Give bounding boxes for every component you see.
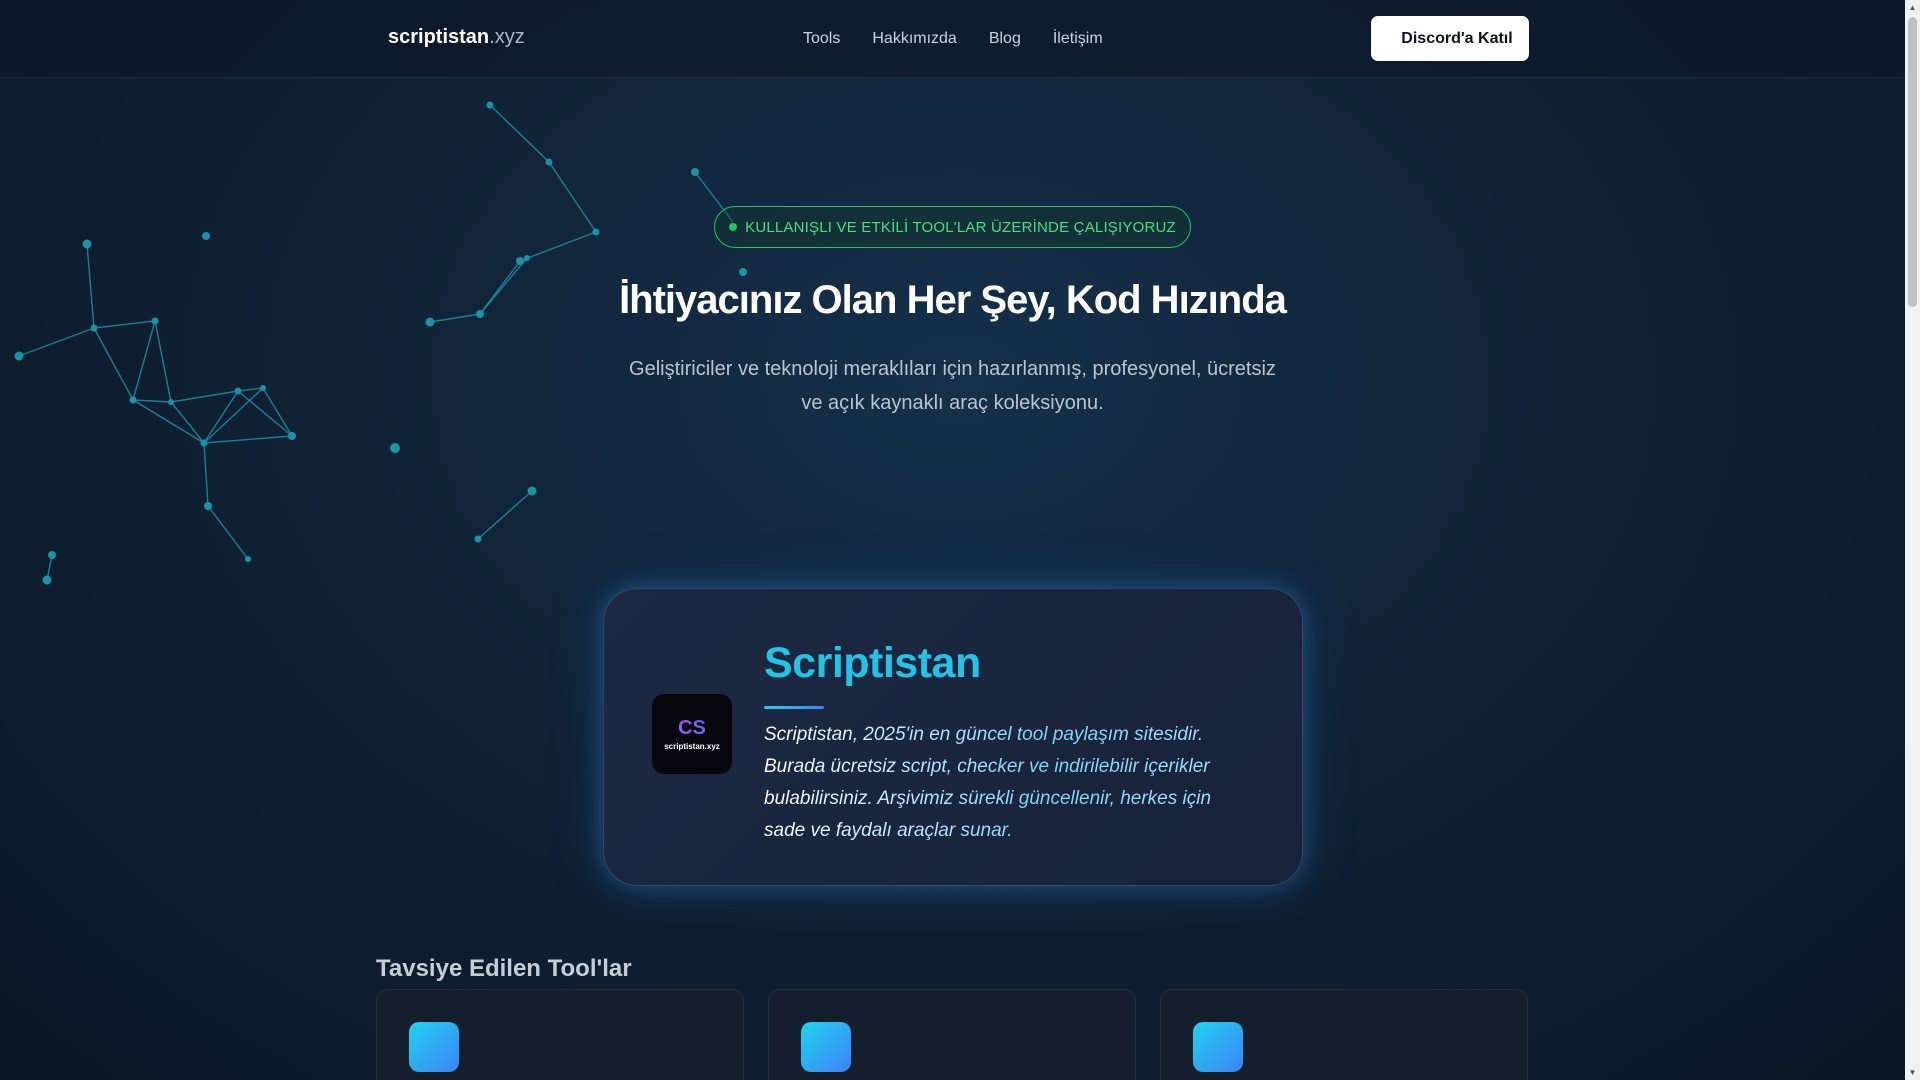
scroll-down-arrow-icon[interactable]: ▼ [1905,1065,1920,1080]
scroll-up-arrow-icon[interactable]: ▲ [1905,0,1920,15]
page-scrollbar[interactable]: ▲ ▼ [1905,0,1920,1080]
tool-icon [1193,1022,1243,1072]
title-underline [764,706,824,709]
network-graph-decoration [14,101,747,585]
nav-links: Tools Hakkımızda Blog İletişim [803,30,1103,48]
nav-link-contact[interactable]: İletişim [1053,30,1103,48]
network-nodes [14,101,747,585]
hero-title: İhtiyacınız Olan Her Şey, Kod Hızında [619,278,1287,322]
tool-card[interactable] [376,989,744,1080]
nav-link-about[interactable]: Hakkımızda [872,30,956,48]
brand-name: scriptistan [388,26,490,48]
tool-card[interactable] [1160,989,1528,1080]
feature-card: CS scriptistan.xyz Scriptistan Scriptist… [603,588,1303,886]
brand-tld: .xyz [489,26,525,48]
feature-description: Scriptistan, 2025'in en güncel tool payl… [764,719,1244,847]
hero-badge-text: KULLANIŞLI VE ETKİLİ TOOL'LAR ÜZERİNDE Ç… [745,218,1176,236]
nav-link-blog[interactable]: Blog [989,30,1021,48]
tool-icon [801,1022,851,1072]
discord-join-button[interactable]: Discord'a Katıl [1371,16,1529,61]
network-lines [18,104,734,581]
recommended-section-title: Tavsiye Edilen Tool'lar [376,955,632,982]
hero-badge: KULLANIŞLI VE ETKİLİ TOOL'LAR ÜZERİNDE Ç… [714,206,1191,248]
tool-icon [409,1022,459,1072]
logo-text: scriptistan.xyz [664,741,720,751]
brand-logo[interactable]: scriptistan.xyz [388,26,525,49]
nav-link-tools[interactable]: Tools [803,30,840,48]
status-dot-icon [729,223,738,231]
feature-title: Scriptistan [764,639,981,687]
scroll-thumb[interactable] [1908,17,1917,307]
hero-subtitle: Geliştiriciler ve teknoloji meraklıları … [629,358,1276,414]
tool-card[interactable] [768,989,1136,1080]
logo-mark-icon: CS [678,716,706,739]
scriptistan-logo: CS scriptistan.xyz [652,694,732,774]
navbar: scriptistan.xyz Tools Hakkımızda Blog İl… [0,0,1905,78]
